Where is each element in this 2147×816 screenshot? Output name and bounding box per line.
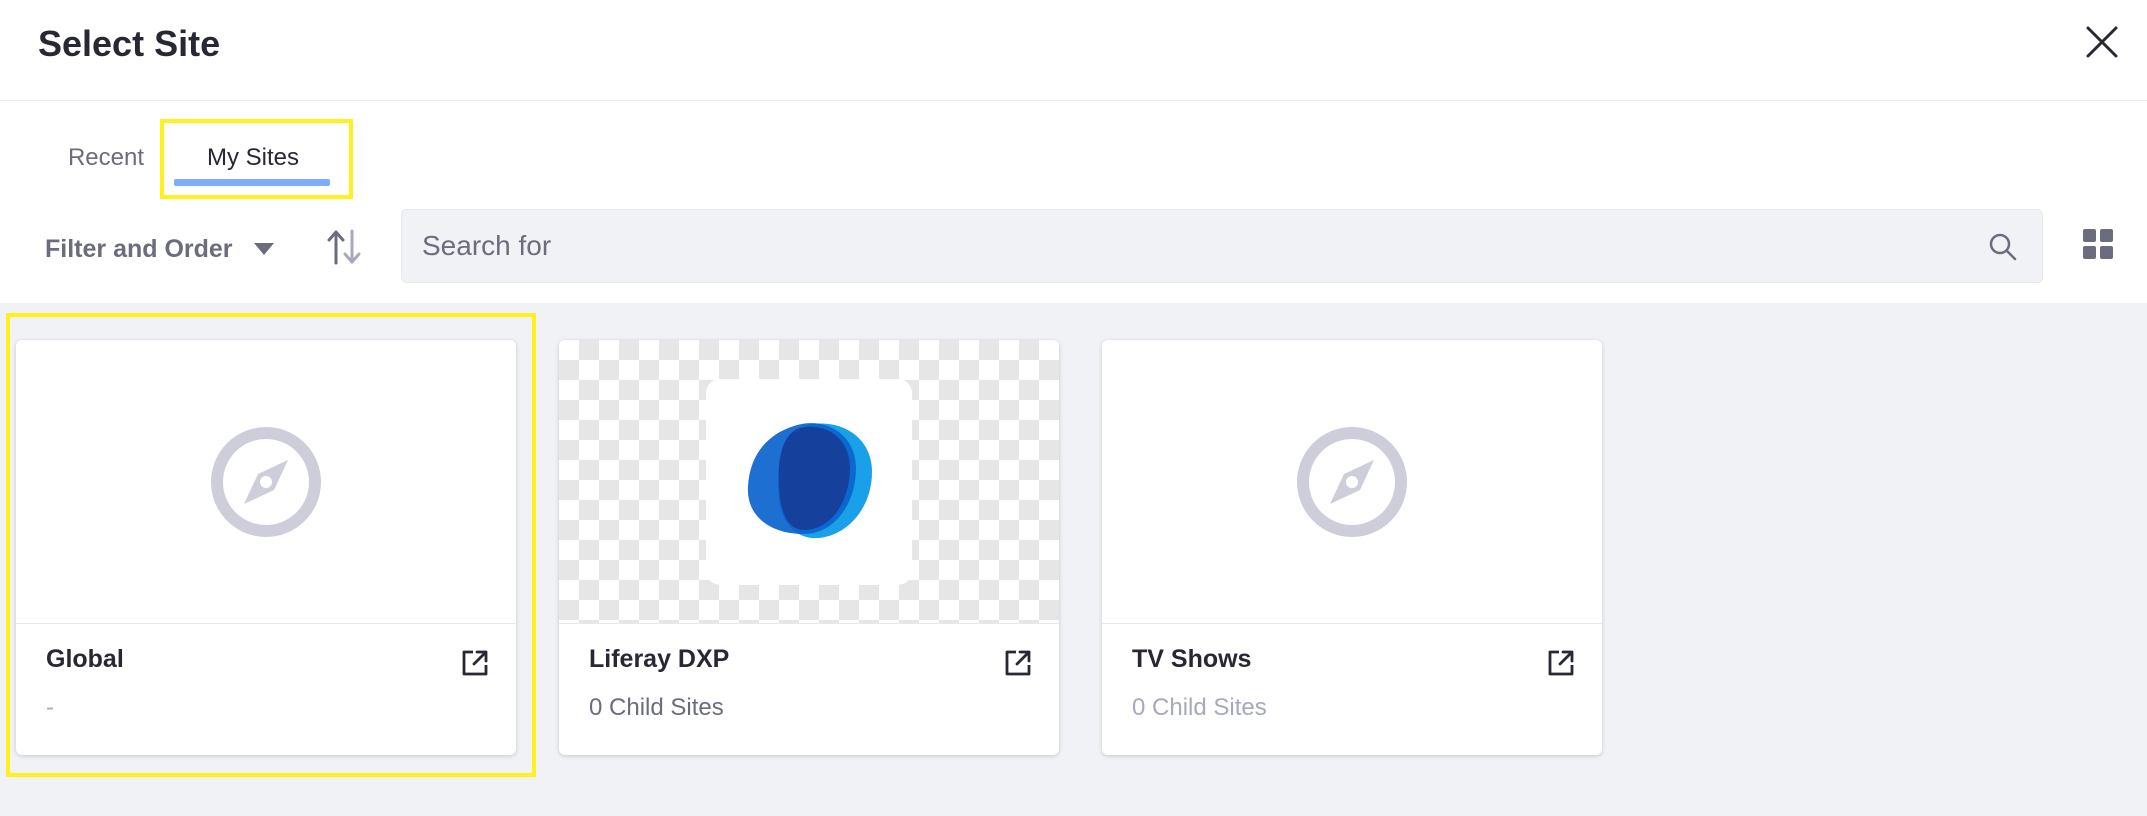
tab-highlight-box (160, 119, 353, 199)
filter-and-order-button[interactable]: Filter and Order (45, 229, 275, 269)
order-arrows-icon (327, 229, 361, 265)
site-child-count: - (46, 694, 54, 721)
external-link-icon[interactable] (1003, 648, 1033, 678)
search-box (401, 209, 2043, 283)
site-child-count: 0 Child Sites (1132, 694, 1267, 721)
caret-down-icon (253, 243, 274, 255)
site-tabs: Recent My Sites (0, 101, 2147, 201)
modal-header: Select Site (0, 0, 2147, 101)
tab-recent[interactable]: Recent (56, 133, 156, 183)
site-name: TV Shows (1132, 645, 1252, 673)
select-site-modal: Select Site Recent My Sites Filter and O… (0, 0, 2147, 816)
management-toolbar: Filter and Order (0, 201, 2147, 303)
sort-order-button[interactable] (326, 227, 362, 267)
filter-and-order-label: Filter and Order (45, 235, 233, 263)
external-link-icon[interactable] (460, 648, 490, 678)
site-card-image (1102, 340, 1602, 624)
grid-view-icon (2083, 229, 2113, 259)
site-card-image (559, 340, 1059, 624)
site-card-image (16, 340, 516, 624)
search-input[interactable] (422, 210, 1962, 282)
modal-title: Select Site (38, 23, 221, 64)
search-icon[interactable] (1988, 232, 2018, 262)
close-button[interactable] (2082, 22, 2122, 62)
site-name: Liferay DXP (589, 645, 730, 673)
site-card-global[interactable]: Global - (16, 340, 516, 755)
logo-tile (706, 378, 912, 585)
liferay-logo (747, 422, 872, 538)
site-card-tv-shows[interactable]: TV Shows 0 Child Sites (1102, 340, 1602, 755)
close-icon (2086, 26, 2118, 58)
site-name: Global (46, 645, 124, 673)
card-view-button[interactable] (2083, 228, 2113, 260)
site-child-count: 0 Child Sites (589, 694, 724, 721)
compass-icon (211, 426, 321, 537)
external-link-icon[interactable] (1546, 648, 1576, 678)
sites-card-grid: Global - Liferay DXP 0 Child Sites TV Sh… (0, 303, 2147, 816)
compass-icon (1297, 426, 1407, 537)
site-card-liferay-dxp[interactable]: Liferay DXP 0 Child Sites (559, 340, 1059, 755)
